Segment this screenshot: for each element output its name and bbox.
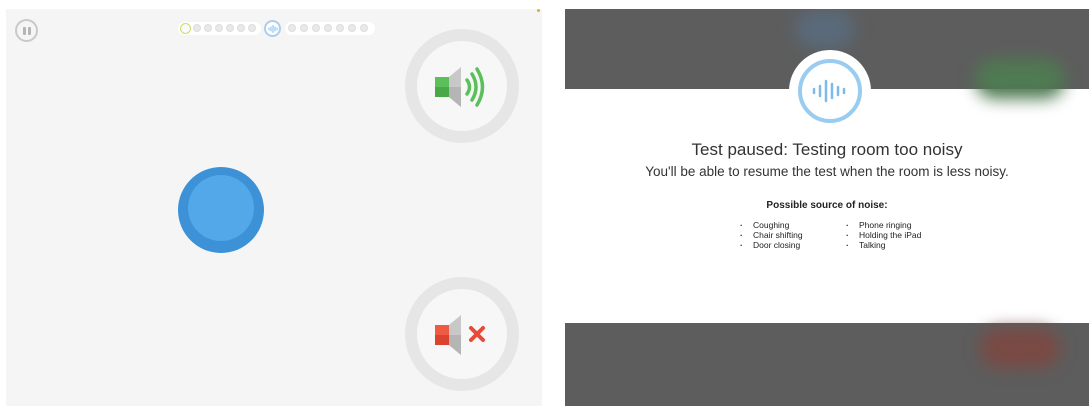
list-item: Door closing <box>738 240 803 250</box>
list-item: Talking <box>844 240 921 250</box>
list-item: Chair shifting <box>738 230 803 240</box>
hearing-test-screen <box>6 9 542 406</box>
progress-dot <box>226 24 234 32</box>
progress-dot <box>312 24 320 32</box>
progress-dot <box>204 24 212 32</box>
progress-dot <box>248 24 256 32</box>
dialog-title: Test paused: Testing room too noisy <box>691 140 963 159</box>
dialog-message: You'll be able to resume the test when t… <box>645 164 1009 179</box>
progress-dot <box>237 24 245 32</box>
response-button[interactable] <box>178 167 264 253</box>
progress-dot <box>360 24 368 32</box>
progress-dot <box>215 24 223 32</box>
progress-dot <box>288 24 296 32</box>
speaker-muted-icon <box>435 315 485 355</box>
pause-button[interactable] <box>15 19 38 42</box>
noise-sources-heading: Possible source of noise: <box>766 200 888 211</box>
progress-dot <box>348 24 356 32</box>
list-item: Coughing <box>738 220 803 230</box>
speaker-sound-on-icon <box>435 67 485 107</box>
progress-dot <box>193 24 201 32</box>
paused-dialog-screen: Test paused: Testing room too noisy You'… <box>565 9 1089 406</box>
noise-sources-list: Phone ringing Holding the iPad Talking <box>844 220 921 250</box>
audio-wave-icon <box>264 20 281 37</box>
progress-dot-current <box>180 23 191 34</box>
progress-dot <box>324 24 332 32</box>
progress-dot <box>300 24 308 32</box>
no-sound-button[interactable] <box>405 277 519 391</box>
list-item: Holding the iPad <box>844 230 921 240</box>
sound-heard-button[interactable] <box>405 29 519 143</box>
pause-icon <box>23 27 26 35</box>
dimmed-background-bottom <box>565 323 1089 406</box>
status-dot <box>537 9 540 12</box>
audio-wave-icon <box>812 79 846 103</box>
noise-alert-badge <box>789 50 871 132</box>
progress-dot <box>336 24 344 32</box>
list-item: Phone ringing <box>844 220 921 230</box>
noise-sources-list: Coughing Chair shifting Door closing <box>738 220 803 250</box>
